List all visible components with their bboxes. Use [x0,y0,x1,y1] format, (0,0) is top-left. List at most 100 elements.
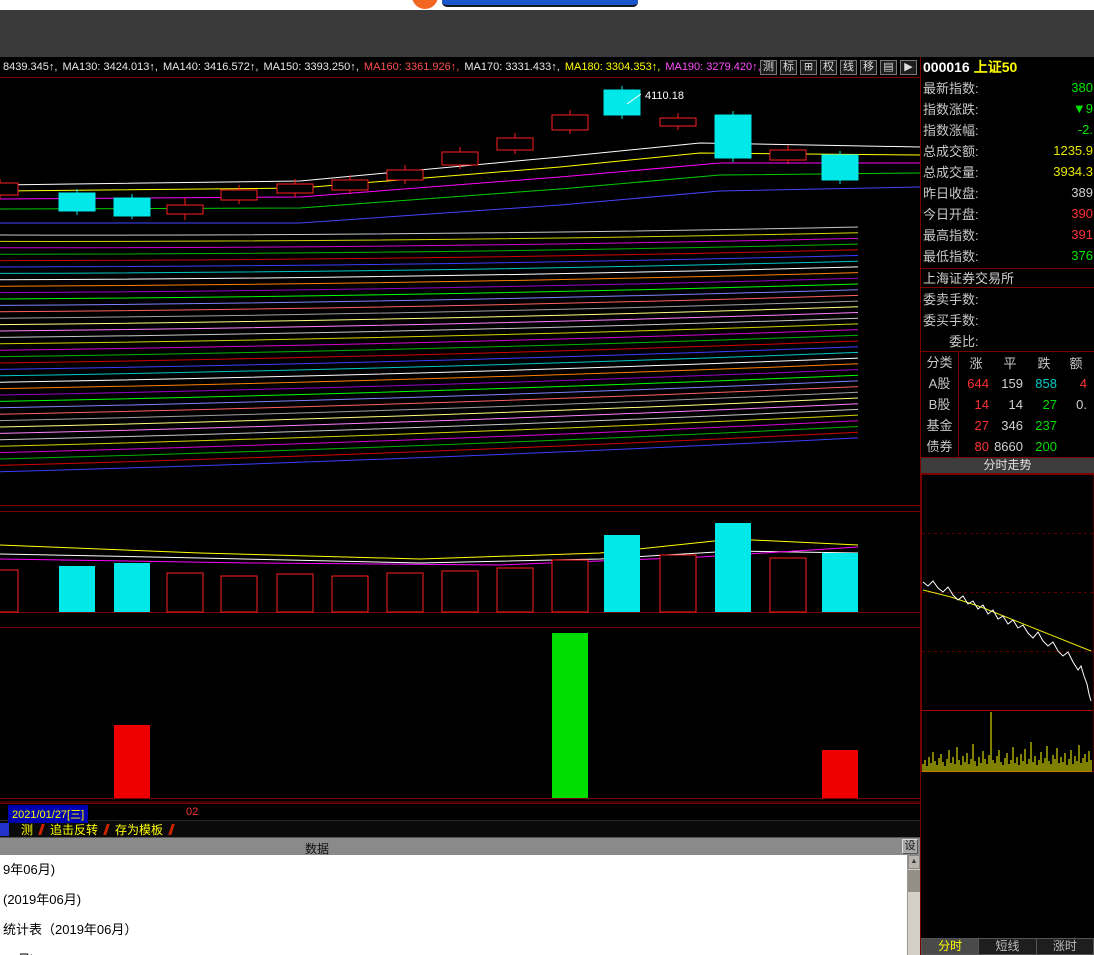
candle[interactable] [386,169,424,181]
volume-bar[interactable] [114,563,150,612]
panel-tab-分时[interactable]: 分时 [921,938,980,955]
date-axis: 2021/01/27[三] 02 [0,803,920,823]
intraday-chart[interactable] [921,474,1094,774]
quote-value: 389 [1071,185,1093,200]
candle[interactable] [714,114,752,159]
selected-date-label: 2021/01/27[三] [8,805,89,823]
candle[interactable] [113,197,151,217]
scrollbar[interactable]: ▲ [907,855,920,955]
data-bar: 数据 设 [0,837,920,856]
toolbar-button-2[interactable]: ⊞ [800,59,817,75]
ma-band-line [0,397,859,428]
volume-bar[interactable] [604,535,640,612]
intraday-chart-title: 分时走势 [921,458,1094,474]
price-annotation: 4110.18 [645,90,684,102]
toolbar-button-7[interactable]: ▶ [900,59,917,75]
volume-bar[interactable] [715,523,751,612]
volume-bar[interactable] [166,572,204,613]
candle[interactable] [0,182,19,196]
candle[interactable] [603,89,641,116]
ma-value-label: MA150: 3393.250↑, [263,61,362,73]
scrollbar-thumb[interactable] [908,870,920,892]
candle[interactable] [821,154,859,181]
quote-value: 390 [1071,206,1093,221]
toolbar-button-0[interactable]: 测 [760,59,777,75]
chart-column: 8439.345↑, MA130: 3424.013↑, MA140: 3416… [0,57,920,955]
quote-row: 昨日收盘: 389 [921,182,1094,203]
indicator-bar[interactable] [552,633,588,798]
quote-row: 总成交额: 1235.9 [921,140,1094,161]
toolbar-button-1[interactable]: 标 [780,59,797,75]
ma-band-line [0,232,859,242]
market-cell: 644 [967,376,989,391]
ma-band-line [0,408,859,441]
market-table-row: B股 14 14 27 0. [921,394,1094,415]
column-header: 分类 [921,352,959,373]
ma-band-line [0,226,859,236]
volume-bar[interactable] [441,570,479,613]
volume-bar[interactable] [331,575,369,613]
bottom-tab-测[interactable]: 测 [14,821,40,838]
toolbar-button-3[interactable]: 权 [820,59,837,75]
candle[interactable] [220,189,258,201]
volume-bar[interactable] [659,554,697,613]
ma-band-line [0,403,859,434]
toolbar-button-4[interactable]: 线 [840,59,857,75]
quote-value: 391 [1071,227,1093,242]
settings-button[interactable]: 设 [902,839,918,854]
quote-value: 376 [1071,248,1093,263]
market-breadth-table: 分类涨 平 跌 额 A股 644 159 858 4 B股 14 14 27 0. 基金 27 346 237 债券… [921,351,1094,458]
candle[interactable] [276,183,314,194]
quote-value: -2. [1077,122,1093,137]
toolbar-button-5[interactable]: 移 [860,59,877,75]
volume-bar[interactable] [386,572,424,613]
quote-panel: 000016 上证50 最新指数: 380 指数涨跌: ▼9 指数涨幅: -2. 总成交额: 1… [920,57,1094,955]
bottom-tab-存为模板[interactable]: 存为模板 [108,821,170,838]
candle[interactable] [166,204,204,215]
volume-bar[interactable] [59,566,95,612]
report-text-line: (2019年06月) [3,892,82,907]
panel-tab-涨时[interactable]: 涨时 [1036,938,1094,955]
toolbar-button-6[interactable]: ▤ [880,59,897,75]
quote-label: 总成交量: [923,165,979,180]
candle[interactable] [551,114,589,131]
market-category: 基金 [921,415,959,436]
market-cell: 8660 [994,439,1023,454]
bottom-tab-追击反转[interactable]: 追击反转 [43,821,105,838]
market-cell: 80 [974,439,989,454]
candle[interactable] [331,179,369,191]
panel-filler [921,774,1094,938]
exchange-name: 上海证券交易所 [921,268,1094,288]
volume-bar[interactable] [0,569,19,613]
volume-bar[interactable] [220,575,258,613]
indicator-bar[interactable] [822,750,858,798]
volume-bar[interactable] [496,567,534,613]
intraday-average-line [922,589,1092,652]
quote-row: 总成交量: 3934.3 [921,161,1094,182]
quote-value: 380 [1071,80,1093,95]
market-table-row: A股 644 159 858 4 [921,373,1094,394]
candle[interactable] [58,192,96,212]
panel-tab-短线[interactable]: 短线 [979,938,1037,955]
candle[interactable] [769,149,807,161]
quote-rows: 最新指数: 380 指数涨跌: ▼9 指数涨幅: -2. 总成交额: 1235.9 总成交量: 3… [921,77,1094,266]
market-category: 债券 [921,436,959,457]
quote-label: 最高指数: [923,228,979,243]
market-cell: 200 [1035,439,1057,454]
quote-title: 000016 上证50 [921,57,1094,77]
stock-code: 000016 [923,59,970,75]
volume-bar[interactable] [551,559,589,613]
tab-bar-lead-icon [0,822,9,836]
order-row: 委卖手数: [921,288,1094,309]
indicator-bar[interactable] [114,725,150,798]
scrollbar-up-icon[interactable]: ▲ [908,855,920,869]
volume-bar[interactable] [276,573,314,613]
quote-label: 今日开盘: [923,207,979,222]
volume-bar[interactable] [822,553,858,612]
candle[interactable] [496,137,534,151]
kline-chart[interactable]: 4110.18 [0,77,920,803]
ma-value-label: MA130: 3424.013↑, [62,61,161,73]
volume-bar[interactable] [769,557,807,613]
candle[interactable] [659,117,697,127]
candle[interactable] [441,151,479,166]
